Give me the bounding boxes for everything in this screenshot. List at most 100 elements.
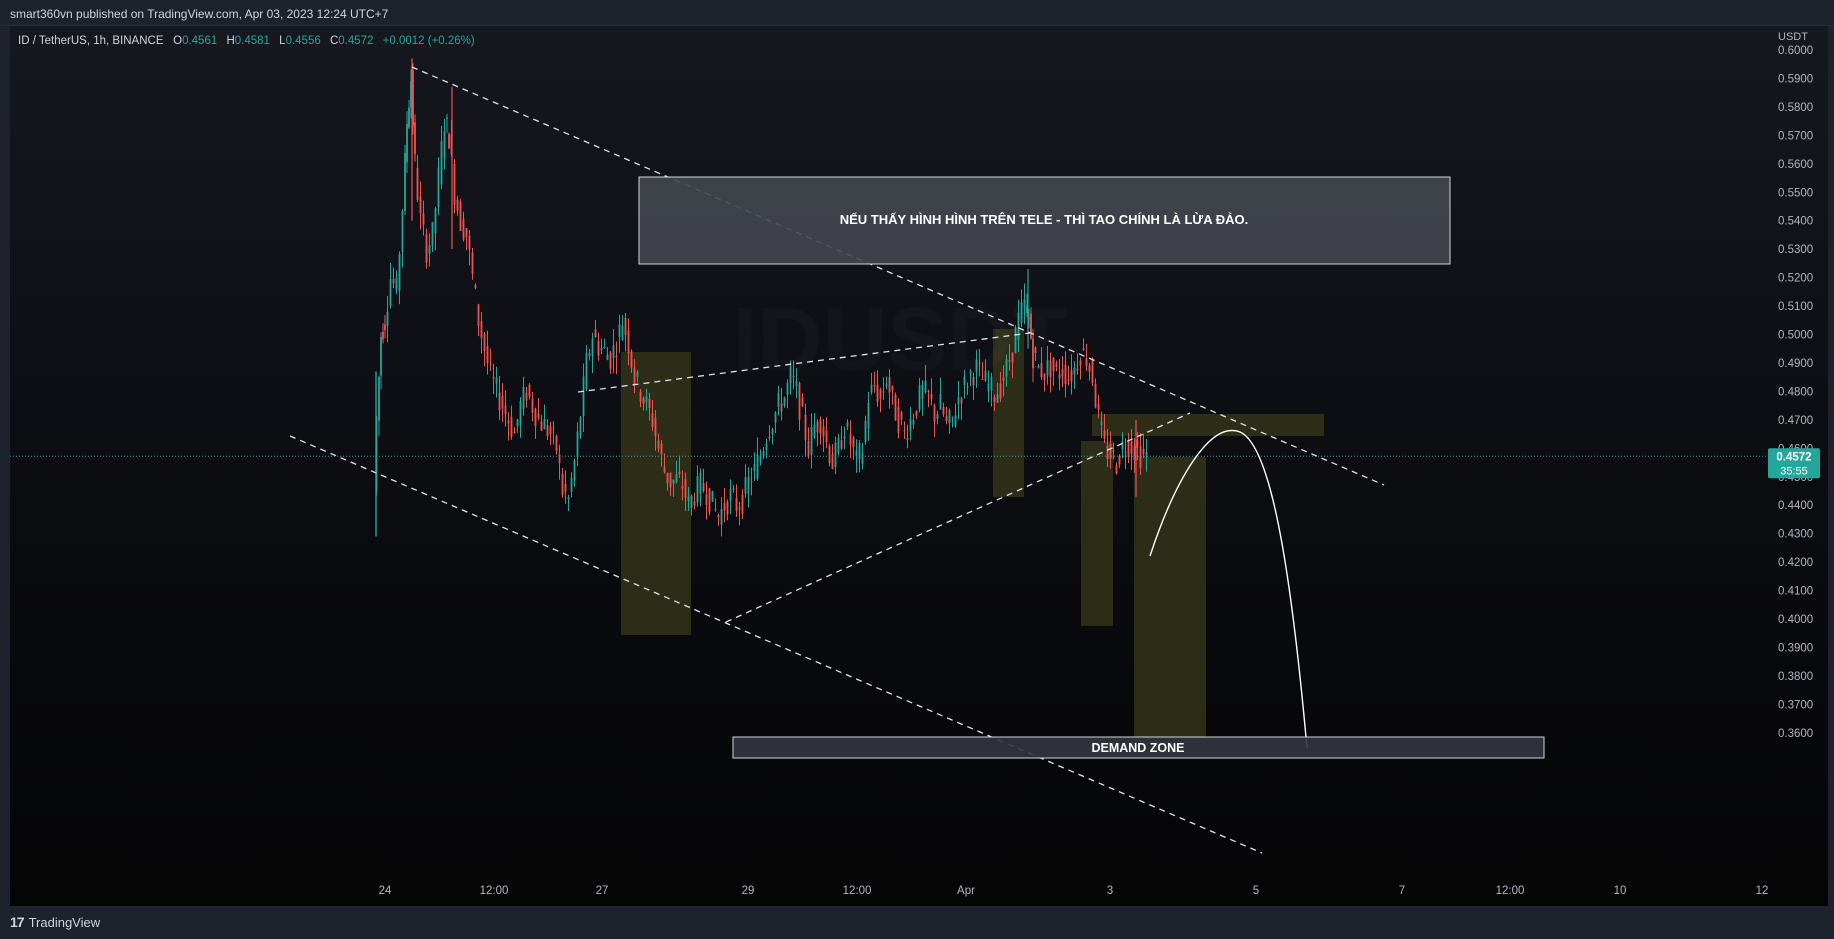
y-axis-tick: 0.4700 [1778,415,1813,427]
tradingview-logo[interactable]: 17 TradingView [10,914,100,930]
y-axis-tick: 0.4900 [1778,358,1813,370]
candle-body [657,440,660,449]
candle-body [723,503,726,511]
candle-body [810,427,813,455]
candle-body [1139,446,1142,468]
y-axis-tick: 0.3700 [1778,699,1813,711]
candle-body [1094,383,1097,408]
candle-body [612,345,615,359]
candle-body [495,377,498,384]
candle-body [822,426,825,437]
candle-body [446,117,448,119]
candle-body [1109,443,1112,459]
candle-body [768,436,771,439]
candle-body [864,420,867,443]
y-axis-tick: 0.3600 [1778,728,1813,740]
candle-body [672,479,675,484]
ohlc-legend: ID / TetherUS, 1h, BINANCE O0.4561 H0.45… [18,35,475,47]
candle-body [380,337,382,376]
y-axis-tick: 0.4200 [1778,557,1813,569]
candle-body [474,284,477,289]
candle-body [603,346,606,348]
candle-body [1046,359,1049,376]
candle-body [1017,312,1020,341]
candle-body [966,386,969,388]
candle-body [579,417,582,437]
x-axis-tick: Apr [957,885,975,897]
candle-body [1020,302,1023,323]
candle-body [555,436,558,451]
candle-body [453,163,456,205]
candle-body [1064,364,1067,385]
candle-body [582,376,585,417]
candle-body [1049,360,1052,378]
candle-body [540,421,543,431]
candle-body [936,414,939,419]
candle-body [771,429,774,435]
candle-body [642,398,645,404]
candle-body [861,452,864,464]
y-axis-tick: 0.5500 [1778,187,1813,199]
candle-body [428,245,431,255]
candle-body [801,397,804,407]
candle-body [663,466,666,473]
candle-body [1034,347,1037,353]
candle-body [594,329,597,337]
candle-body [681,485,684,489]
candle-body [759,455,762,464]
candle-body [834,442,837,468]
candle-body [1002,377,1005,381]
candle-body [708,488,711,513]
candle-body [933,405,936,423]
candle-body [1058,374,1061,379]
candle-body [900,412,903,420]
candle-body [486,345,489,363]
price-chart[interactable]: IDUSDT NẾU THẤY HÌNH HÌNH TRÊN TELE - TH… [0,0,1834,939]
candle-body [477,304,480,326]
candle-body [1032,338,1034,369]
candle-body [876,384,879,402]
candle-body [978,362,981,364]
x-axis-tick: 29 [742,885,755,897]
zone-rect [1134,457,1206,738]
candle-body [897,406,900,434]
candle-body [987,383,990,392]
y-axis-tick: 0.5400 [1778,216,1813,228]
x-axis-tick: 10 [1614,885,1627,897]
candle-body [972,376,975,386]
candle-body [651,413,654,427]
y-axis-tick: 0.5200 [1778,273,1813,285]
candle-body [624,318,627,336]
candle-body [873,385,876,387]
candle-body [699,472,702,494]
y-axis-tick: 0.3800 [1778,671,1813,683]
candle-body [459,201,462,232]
y-axis-tick: 0.4100 [1778,586,1813,598]
candle-body [465,228,468,238]
candle-body [543,419,546,430]
candle-body [735,497,738,512]
candle-body [645,396,648,402]
candle-body [591,338,594,357]
candle-body [480,321,483,338]
candle-body [1073,367,1076,375]
x-axis-tick: 12:00 [480,885,509,897]
demand-zone-label: DEMAND ZONE [1091,741,1184,755]
candle-body [386,311,389,326]
candle-body [918,385,921,410]
candle-body [443,130,446,158]
candle-body [780,403,783,412]
candle-body [852,437,855,448]
candle-body [525,392,528,401]
y-axis-tick: 0.5700 [1778,130,1813,142]
candle-body [513,432,516,434]
y-axis-tick: 0.4000 [1778,614,1813,626]
tradingview-logo-icon: 17 [10,914,25,930]
x-axis-tick: 3 [1107,885,1113,897]
candle-body [969,371,972,374]
candle-body [687,496,690,501]
candle-body [546,424,549,437]
candle-body [990,376,993,392]
candle-body [1030,313,1032,339]
candle-body [1103,430,1106,439]
